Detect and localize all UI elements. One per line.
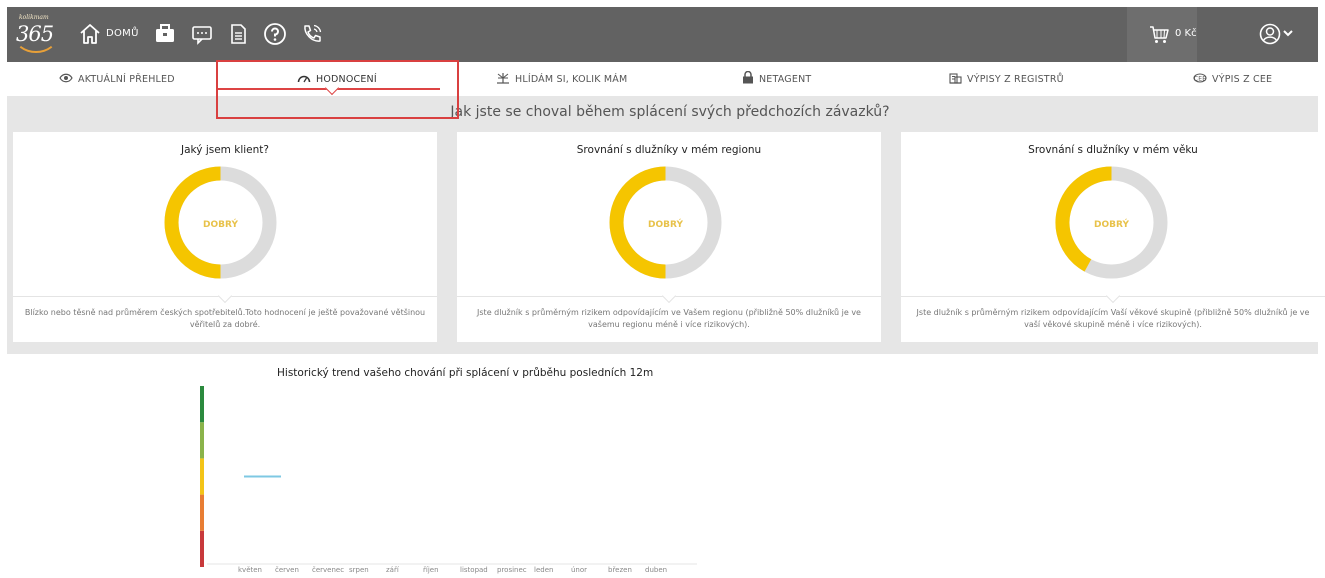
briefcase-icon[interactable]: [153, 22, 177, 46]
tab-netagent[interactable]: NETAGENT: [742, 62, 811, 96]
tab-current-overview[interactable]: AKTUÁLNÍ PŘEHLED: [59, 62, 175, 96]
x-tick-label: květen: [238, 566, 262, 574]
phone-icon[interactable]: [300, 22, 324, 46]
tab-monitoring[interactable]: HLÍDÁM SI, KOLIK MÁM: [496, 62, 627, 96]
cart-icon[interactable]: [1148, 23, 1170, 47]
x-tick-label: září: [386, 566, 400, 574]
card-client-rating: Jaký jsem klient? DOBRÝ Blízko nebo těsn…: [13, 132, 437, 342]
card-caret: [217, 288, 233, 304]
rating-donut: DOBRÝ: [1055, 166, 1168, 279]
card-title: Srovnání s dlužníky v mém věku: [1028, 144, 1198, 156]
rating-band: [200, 458, 204, 495]
card-caret: [661, 288, 677, 304]
x-tick-label: listopad: [460, 566, 488, 574]
card-description: Jste dlužník s průměrným rizikem odpovíd…: [477, 308, 861, 329]
cee-icon: CEE: [1193, 72, 1207, 86]
history-chart: květen červen červenec srpen září říjen listop…: [200, 386, 697, 574]
tab-label: VÝPIS Z CEE: [1212, 73, 1273, 85]
x-tick-label: leden: [534, 566, 553, 574]
rating-band: [200, 422, 204, 459]
rating-label: DOBRÝ: [203, 218, 238, 230]
section-subtitle: Jak jste se choval během splácení svých …: [450, 104, 890, 120]
chat-icon[interactable]: [190, 22, 214, 46]
tab-cee-extract[interactable]: CEE VÝPIS Z CEE: [1193, 62, 1272, 96]
rating-donut: DOBRÝ: [609, 166, 722, 279]
x-tick-label: srpen: [349, 566, 369, 574]
highlight-annotation: [216, 60, 459, 119]
lock-icon: [742, 70, 754, 87]
x-tick-label: prosinec: [497, 566, 527, 574]
x-tick-label: duben: [645, 566, 667, 574]
rating-label: DOBRÝ: [1094, 218, 1129, 230]
card-description: Blízko nebo těsně nad průměrem českých s…: [24, 308, 426, 329]
x-tick-label: říjen: [423, 566, 439, 574]
tab-label: NETAGENT: [759, 73, 812, 85]
x-tick-label: červen: [275, 566, 299, 574]
top-bar: kolikmam 365 DOMŮ 0 Kč: [7, 7, 1318, 62]
logo-brand: kolikmam: [19, 14, 49, 21]
home-icon[interactable]: [78, 22, 102, 46]
x-tick-label: únor: [571, 566, 587, 574]
history-chart-panel: Historický trend vašeho chování při splá…: [7, 354, 1318, 578]
rating-band: [200, 386, 204, 423]
x-tick-label: březen: [608, 566, 632, 574]
rating-label: DOBRÝ: [648, 218, 683, 230]
document-icon[interactable]: [226, 22, 250, 46]
app-logo[interactable]: kolikmam 365: [14, 13, 60, 55]
tab-label: AKTUÁLNÍ PŘEHLED: [78, 73, 175, 85]
rating-donut: DOBRÝ: [164, 166, 277, 279]
rating-band: [200, 530, 204, 567]
building-icon: [949, 71, 962, 87]
x-tick-label: červenec: [312, 566, 344, 574]
svg-text:CEE: CEE: [1194, 75, 1206, 82]
tab-label: HLÍDÁM SI, KOLIK MÁM: [515, 73, 628, 85]
rating-band: [200, 494, 204, 531]
card-description: Jste dlužník s průměrným rizikem odpovíd…: [916, 308, 1310, 329]
card-title: Srovnání s dlužníky v mém regionu: [576, 144, 762, 156]
card-caret: [1105, 288, 1121, 304]
home-link[interactable]: DOMŮ: [106, 28, 139, 39]
card-age-comparison: Srovnání s dlužníky v mém věku DOBRÝ Jst…: [901, 132, 1325, 342]
user-icon[interactable]: [1259, 23, 1299, 47]
help-icon[interactable]: [263, 22, 287, 46]
tab-bar: AKTUÁLNÍ PŘEHLED HODNOCENÍ HLÍDÁM SI, KO…: [7, 62, 1318, 96]
tab-label: VÝPISY Z REGISTRŮ: [967, 73, 1064, 85]
cart-total[interactable]: 0 Kč: [1175, 28, 1197, 39]
radar-icon: [496, 72, 510, 87]
logo-number: 365: [16, 22, 54, 46]
eye-icon: [59, 73, 73, 86]
tab-registry-extracts[interactable]: VÝPISY Z REGISTRŮ: [949, 62, 1064, 96]
card-title: Jaký jsem klient?: [181, 144, 269, 156]
card-region-comparison: Srovnání s dlužníky v mém regionu DOBRÝ …: [457, 132, 881, 342]
